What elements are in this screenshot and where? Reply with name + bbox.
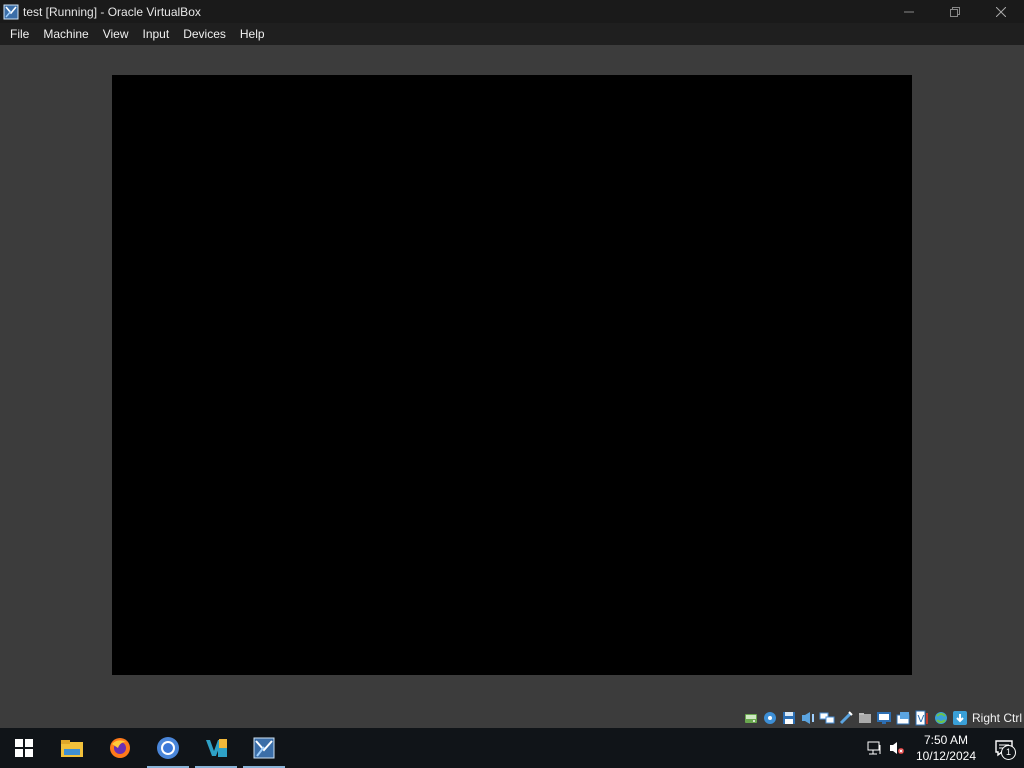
video-capture-icon[interactable] (895, 710, 911, 726)
notification-count: 1 (1001, 745, 1016, 760)
audio-icon[interactable] (800, 710, 816, 726)
minimize-icon (904, 11, 914, 12)
close-icon (996, 6, 1006, 17)
windows-logo-icon (15, 739, 33, 757)
menu-devices[interactable]: Devices (176, 23, 233, 45)
svg-text:V: V (917, 714, 924, 725)
menu-file[interactable]: File (0, 23, 36, 45)
window-controls (886, 0, 1024, 23)
window-title: test [Running] - Oracle VirtualBox (23, 4, 201, 19)
network-icon[interactable] (819, 710, 835, 726)
menu-view[interactable]: View (96, 23, 136, 45)
virtualization-icon[interactable] (933, 710, 949, 726)
system-tray: 7:50 AM 10/12/2024 1 (864, 728, 1024, 768)
usb-icon[interactable] (838, 710, 854, 726)
mouse-integration-icon[interactable] (952, 710, 968, 726)
host-key-label[interactable]: Right Ctrl (972, 711, 1022, 725)
close-button[interactable] (978, 0, 1024, 23)
clock-date: 10/12/2024 (915, 749, 976, 763)
notification-center-button[interactable]: 1 (984, 728, 1024, 768)
taskbar-firefox[interactable] (96, 728, 144, 768)
taskbar-file-explorer[interactable] (48, 728, 96, 768)
chrome-icon (157, 737, 179, 759)
minimize-button[interactable] (886, 0, 932, 23)
vm-display-area (0, 45, 1024, 707)
menu-input[interactable]: Input (136, 23, 177, 45)
volume-muted-icon (889, 742, 904, 754)
restore-icon (950, 6, 960, 17)
menu-bar: File Machine View Input Devices Help (0, 23, 1024, 45)
firefox-icon (110, 738, 130, 758)
start-button[interactable] (0, 728, 48, 768)
network-status-icon (867, 741, 881, 755)
vm-screen[interactable] (112, 75, 912, 675)
virtualbox-icon (253, 737, 275, 759)
restore-button[interactable] (932, 0, 978, 23)
taskbar-virtualbox[interactable] (240, 728, 288, 768)
file-explorer-icon (61, 740, 83, 757)
taskbar-visual-studio[interactable] (192, 728, 240, 768)
taskbar: 7:50 AM 10/12/2024 1 (0, 728, 1024, 768)
optical-drive-icon[interactable] (762, 710, 778, 726)
cpu-icon[interactable]: V (914, 710, 930, 726)
status-indicators: V (743, 710, 968, 726)
taskbar-clock[interactable]: 7:50 AM 10/12/2024 (908, 732, 984, 764)
floppy-icon[interactable] (781, 710, 797, 726)
menu-machine[interactable]: Machine (36, 23, 95, 45)
status-bar: V Right Ctrl (0, 707, 1024, 728)
hard-disk-icon[interactable] (743, 710, 759, 726)
shared-folders-icon[interactable] (857, 710, 873, 726)
volume-button[interactable] (886, 728, 908, 768)
visual-studio-icon (206, 739, 227, 757)
menu-help[interactable]: Help (233, 23, 272, 45)
display-icon[interactable] (876, 710, 892, 726)
taskbar-chrome[interactable] (144, 728, 192, 768)
clock-time: 7:50 AM (923, 733, 968, 747)
network-status-button[interactable] (864, 728, 886, 768)
title-bar[interactable]: test [Running] - Oracle VirtualBox (0, 0, 1024, 23)
virtualbox-icon (3, 4, 19, 20)
